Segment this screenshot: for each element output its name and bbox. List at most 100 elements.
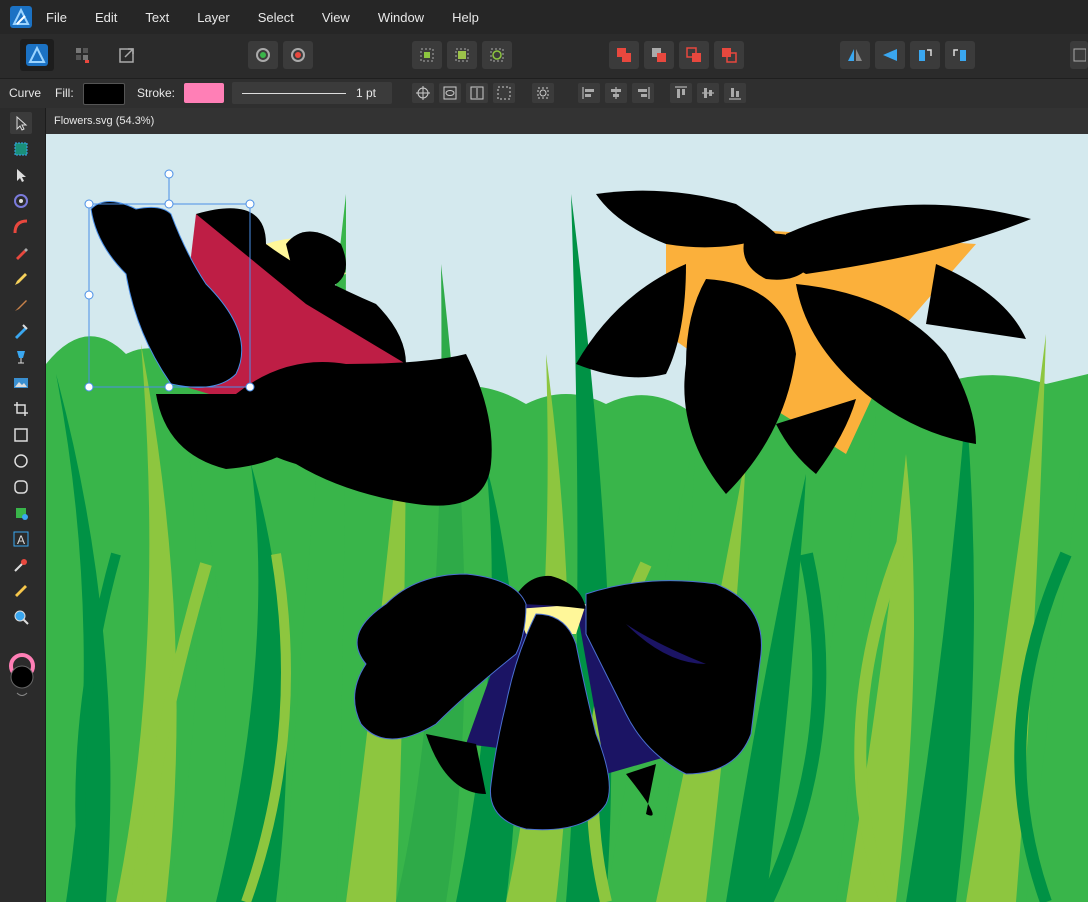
fill-tool[interactable] bbox=[10, 320, 32, 342]
crop-tool[interactable] bbox=[10, 398, 32, 420]
snapping-options-button[interactable] bbox=[283, 41, 313, 69]
rounded-rectangle-tool[interactable] bbox=[10, 476, 32, 498]
align-left-button[interactable] bbox=[578, 83, 600, 103]
flip-node-button[interactable] bbox=[439, 83, 461, 103]
constraint-icon bbox=[490, 48, 504, 62]
affinity-designer-logo-icon bbox=[10, 6, 32, 28]
artboard-tool[interactable] bbox=[10, 138, 32, 160]
color-well[interactable] bbox=[8, 653, 36, 703]
resize-handle-ne[interactable] bbox=[245, 199, 255, 209]
canvas[interactable] bbox=[46, 134, 1088, 902]
rounded-rect-tool-icon bbox=[14, 480, 28, 494]
move-tool[interactable] bbox=[10, 112, 32, 134]
boolean-xor-icon bbox=[722, 48, 737, 63]
more-toolbar-button[interactable] bbox=[1070, 41, 1088, 69]
document-tab-bar: Flowers.svg (54.3%) bbox=[46, 108, 1088, 134]
transparency-tool[interactable] bbox=[10, 346, 32, 368]
corner-tool[interactable] bbox=[10, 216, 32, 238]
text-tool-icon: A bbox=[13, 531, 29, 547]
align-bottom-icon bbox=[729, 88, 741, 100]
align-right-button[interactable] bbox=[632, 83, 654, 103]
context-toolbar: Curve Fill: Stroke: 1 pt bbox=[0, 78, 1088, 110]
snapping-button[interactable] bbox=[248, 41, 278, 69]
place-image-icon bbox=[14, 378, 28, 388]
measure-tool[interactable] bbox=[10, 580, 32, 602]
menu-file[interactable]: File bbox=[46, 10, 67, 25]
pixel-grid-button[interactable] bbox=[447, 41, 477, 69]
menu-window[interactable]: Window bbox=[378, 10, 424, 25]
export-persona-button[interactable] bbox=[112, 41, 142, 69]
menu-select[interactable]: Select bbox=[258, 10, 294, 25]
align-top-icon bbox=[675, 86, 687, 98]
artwork bbox=[46, 134, 1088, 902]
grid-select-icon bbox=[420, 48, 434, 62]
color-picker-icon bbox=[14, 559, 27, 572]
node-tool[interactable] bbox=[10, 164, 32, 186]
resize-handle-sw[interactable] bbox=[84, 382, 94, 392]
rotate-left-button[interactable] bbox=[910, 41, 940, 69]
stroke-width-control[interactable]: 1 pt bbox=[232, 82, 392, 104]
boolean-add-icon bbox=[617, 48, 631, 62]
boolean-subtract-button[interactable] bbox=[644, 41, 674, 69]
vector-brush-tool[interactable] bbox=[10, 294, 32, 316]
flip-vertical-button[interactable] bbox=[875, 41, 905, 69]
vector-brush-icon bbox=[15, 300, 27, 311]
boolean-add-button[interactable] bbox=[609, 41, 639, 69]
grid-overflow-icon bbox=[1073, 48, 1086, 62]
menu-text[interactable]: Text bbox=[145, 10, 169, 25]
menu-view[interactable]: View bbox=[322, 10, 350, 25]
menu-layer[interactable]: Layer bbox=[197, 10, 230, 25]
color-picker-tool[interactable] bbox=[10, 554, 32, 576]
text-tool[interactable]: A bbox=[10, 528, 32, 550]
fill-color-swatch[interactable] bbox=[83, 83, 125, 105]
designer-persona-button[interactable] bbox=[20, 39, 54, 71]
convert-node-icon bbox=[443, 86, 457, 100]
rectangle-tool[interactable] bbox=[10, 424, 32, 446]
resize-handle-se[interactable] bbox=[245, 382, 255, 392]
constraint-button[interactable] bbox=[482, 41, 512, 69]
menu-bar: File Edit Text Layer Select View Window … bbox=[0, 0, 1088, 34]
align-center-icon bbox=[611, 87, 621, 99]
resize-handle-s[interactable] bbox=[164, 382, 174, 392]
menu-edit[interactable]: Edit bbox=[95, 10, 117, 25]
flip-horizontal-icon bbox=[848, 49, 862, 61]
align-middle-button[interactable] bbox=[697, 83, 719, 103]
flip-horizontal-button[interactable] bbox=[840, 41, 870, 69]
align-left-icon bbox=[582, 87, 594, 99]
distribute-button[interactable] bbox=[466, 83, 488, 103]
select-grid-button[interactable] bbox=[412, 41, 442, 69]
grid-align-button[interactable] bbox=[493, 83, 515, 103]
rotate-right-button[interactable] bbox=[945, 41, 975, 69]
pencil-tool[interactable] bbox=[10, 268, 32, 290]
document-tab[interactable]: Flowers.svg (54.3%) bbox=[54, 115, 154, 127]
point-transform-tool[interactable] bbox=[10, 190, 32, 212]
resize-handle-w[interactable] bbox=[84, 290, 94, 300]
shape-tool-icon bbox=[16, 508, 28, 520]
align-bottom-button[interactable] bbox=[724, 83, 746, 103]
boolean-intersect-button[interactable] bbox=[679, 41, 709, 69]
stroke-preview-line bbox=[242, 93, 346, 94]
pixel-persona-button[interactable] bbox=[68, 41, 98, 69]
align-center-button[interactable] bbox=[605, 83, 627, 103]
resize-handle-nw[interactable] bbox=[84, 199, 94, 209]
rotation-handle[interactable] bbox=[164, 169, 174, 179]
move-tool-icon bbox=[16, 115, 28, 131]
arrange-button[interactable] bbox=[532, 83, 554, 103]
rotate-right-icon bbox=[953, 49, 966, 61]
distribute-icon bbox=[470, 86, 484, 100]
align-top-button[interactable] bbox=[670, 83, 692, 103]
place-image-tool[interactable] bbox=[10, 372, 32, 394]
ellipse-tool[interactable] bbox=[10, 450, 32, 472]
boolean-subtract-icon bbox=[652, 48, 666, 62]
stroke-color-swatch[interactable] bbox=[184, 83, 224, 103]
point-transform-icon bbox=[14, 194, 28, 208]
boolean-xor-button[interactable] bbox=[714, 41, 744, 69]
shape-tool[interactable] bbox=[10, 502, 32, 524]
resize-handle-n[interactable] bbox=[164, 199, 174, 209]
pencil-tool-icon bbox=[15, 273, 27, 285]
tool-name-label: Curve bbox=[9, 86, 42, 100]
menu-help[interactable]: Help bbox=[452, 10, 479, 25]
zoom-tool[interactable] bbox=[10, 606, 32, 628]
pen-tool[interactable] bbox=[10, 242, 32, 264]
transform-origin-button[interactable] bbox=[412, 83, 434, 103]
